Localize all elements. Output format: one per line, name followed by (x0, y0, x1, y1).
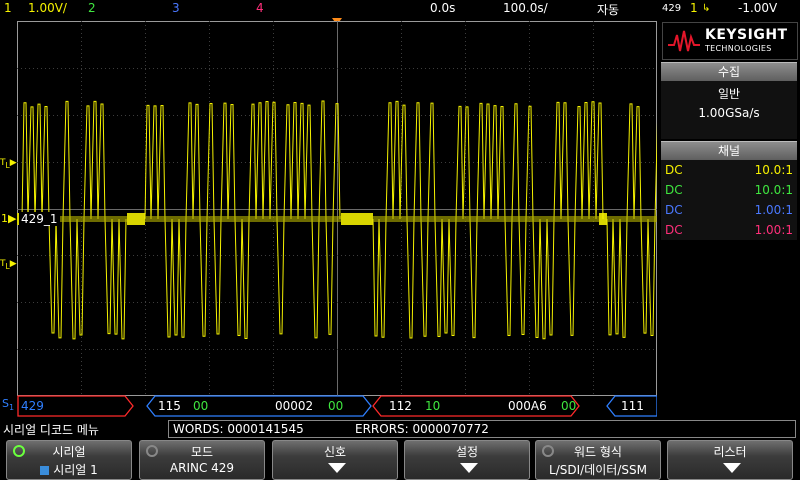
decode-label-2: 112 (389, 399, 412, 413)
decode-bus[interactable]: 429 115 00 00002 00 112 10 000A6 00 111 (17, 394, 657, 418)
lister-softkey-title: 리스터 (713, 445, 747, 459)
trigger-source: 429 (662, 3, 682, 14)
ch2-coupling: DC (665, 183, 683, 197)
ch1-number[interactable]: 1 (4, 1, 12, 15)
decode-label-3: 111 (621, 399, 644, 413)
ch1-ground-icon[interactable]: 1▶ (1, 212, 16, 225)
ch2-probe: 10.0:1 (754, 183, 793, 197)
ch1-probe: 10.0:1 (754, 163, 793, 177)
decode-ssm-2: 00 (561, 399, 576, 413)
ch3-number[interactable]: 3 (172, 1, 180, 15)
trigger-level-marker-icon-2: TL▶ (0, 259, 17, 271)
ch1-coupling: DC (665, 163, 683, 177)
submenu-arrow-icon (723, 463, 741, 473)
channel-panel[interactable]: 채널 DC 10.0:1 DC 10.0:1 DC 1.00:1 DC 1.00… (661, 141, 797, 240)
menu-title: 시리얼 디코드 메뉴 (3, 423, 99, 437)
ch3-coupling: DC (665, 203, 683, 217)
channel-row: DC 1.00:1 (661, 220, 797, 240)
signal-softkey-title: 신호 (323, 445, 347, 459)
decode-sdi-1: 00 (193, 399, 208, 413)
ch3-probe: 1.00:1 (754, 203, 793, 217)
settings-softkey[interactable]: 설정 (404, 440, 530, 480)
channel-label: 429_1 (19, 212, 60, 226)
serial-marker: S1 (2, 397, 15, 413)
serial-softkey-title: 시리얼 (52, 445, 86, 459)
trigger-channel: 1 (690, 1, 698, 15)
mode-softkey-title: 모드 (190, 445, 214, 459)
decode-sdi-2: 10 (425, 399, 440, 413)
time-offset[interactable]: 0.0s (430, 1, 455, 15)
trigger-mode[interactable]: 자동 (597, 1, 619, 18)
ch4-probe: 1.00:1 (754, 223, 793, 237)
serial-softkey[interactable]: 시리얼 시리얼 1 (6, 440, 132, 480)
words-count: WORDS: 0000141545 (173, 422, 304, 436)
submenu-arrow-icon (328, 463, 346, 473)
keysight-logo: KEYSIGHT TECHNOLOGIES (662, 22, 798, 60)
decode-ssm-1: 00 (328, 399, 343, 413)
lister-softkey[interactable]: 리스터 (667, 440, 793, 480)
decode-stats: WORDS: 0000141545 ERRORS: 0000070772 (168, 420, 796, 438)
brand-sub: TECHNOLOGIES (705, 44, 772, 53)
errors-count: ERRORS: 0000070772 (355, 422, 489, 436)
ch1-scale[interactable]: 1.00V/ (28, 1, 67, 15)
brand-name: KEYSIGHT (705, 27, 788, 43)
channel-row: DC 1.00:1 (661, 200, 797, 220)
submenu-arrow-icon (460, 463, 478, 473)
acquisition-mode: 일반 (717, 87, 741, 101)
decode-data-2: 000A6 (508, 399, 547, 413)
ch4-coupling: DC (665, 223, 683, 237)
waveform-svg (17, 21, 657, 396)
word-format-softkey[interactable]: 워드 형식 L/SDI/데이터/SSM (535, 440, 661, 480)
decode-label-0: 429 (21, 399, 44, 413)
channel-row: DC 10.0:1 (661, 160, 797, 180)
signal-softkey[interactable]: 신호 (272, 440, 398, 480)
sample-rate: 1.00GSa/s (698, 106, 760, 120)
keysight-wave-icon (668, 30, 700, 52)
channel-header: 채널 (661, 141, 797, 160)
trigger-level[interactable]: -1.00V (738, 1, 777, 15)
trigger-level-marker-icon: TL▶ (0, 158, 17, 170)
serial-softkey-value: 시리얼 1 (53, 463, 98, 477)
mode-softkey[interactable]: 모드 ARINC 429 (139, 440, 265, 480)
time-scale[interactable]: 100.0s/ (503, 1, 548, 15)
word-format-softkey-title: 워드 형식 (574, 445, 622, 459)
trigger-edge-icon: ↳ (702, 3, 711, 14)
acquisition-header: 수집 (661, 62, 797, 81)
decode-data-1: 00002 (275, 399, 313, 413)
checkbox-icon (40, 466, 50, 475)
channel-row: DC 10.0:1 (661, 180, 797, 200)
mode-softkey-value: ARINC 429 (169, 461, 235, 475)
settings-softkey-title: 설정 (455, 445, 479, 459)
word-format-softkey-value: L/SDI/데이터/SSM (549, 463, 647, 477)
decode-label-1: 115 (158, 399, 181, 413)
acquisition-panel[interactable]: 수집 일반 1.00GSa/s (661, 62, 797, 139)
ch4-number[interactable]: 4 (256, 1, 264, 15)
ch2-number[interactable]: 2 (88, 1, 96, 15)
status-bar: 1 1.00V/ 2 3 4 0.0s 100.0s/ 자동 429 1 ↳ -… (0, 0, 800, 18)
